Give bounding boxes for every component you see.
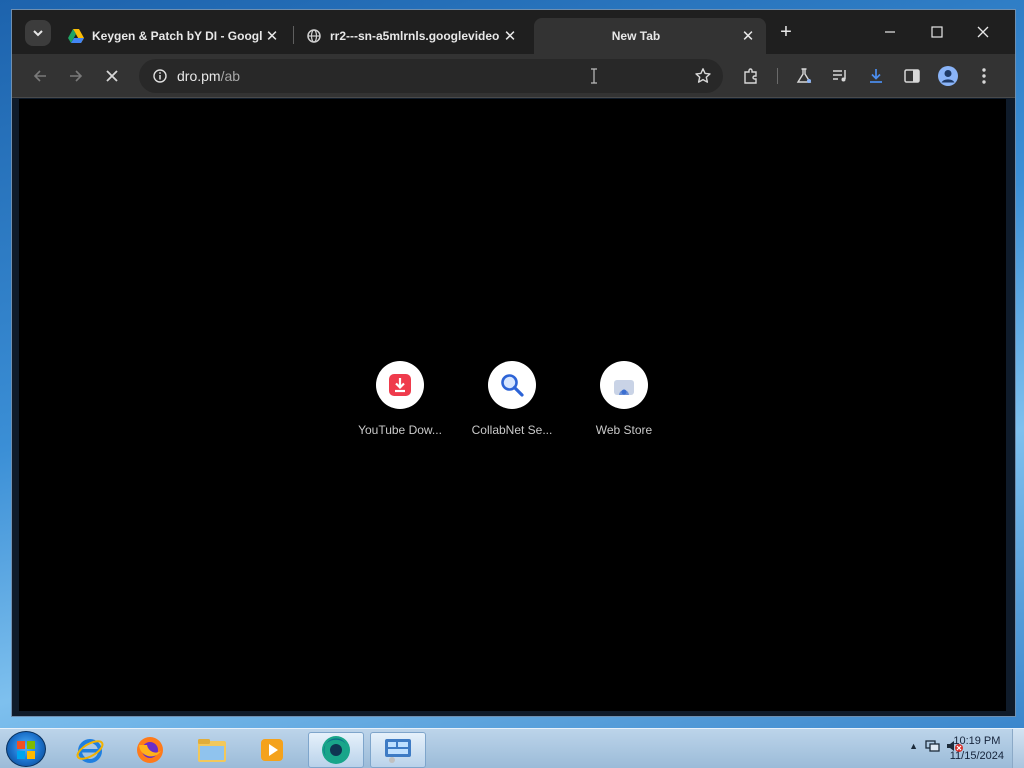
close-icon[interactable]: ✕ [262,26,282,46]
shortcut-youtube-downloader[interactable]: YouTube Dow... [350,361,450,437]
profile-button[interactable] [934,62,962,90]
forward-button[interactable] [62,62,90,90]
network-icon[interactable] [924,739,940,753]
download-red-icon [389,374,411,396]
shortcut-label: Web Store [595,423,653,437]
shortcut-icon-circle [376,361,424,409]
media-player-icon [261,739,283,761]
labs-flask-icon [796,68,812,83]
tab-title: Keygen & Patch bY DI - Google [92,29,262,43]
chevron-down-icon [33,30,43,37]
shortcut-icon-circle [600,361,648,409]
downloads-button[interactable] [862,62,890,90]
tab-new-tab[interactable]: New Tab ✕ [534,18,766,54]
windows-taskbar: ▲ 10:19 PM 11/15/2024 [0,728,1024,768]
close-icon [977,26,989,38]
site-info-icon[interactable] [145,69,175,83]
forward-arrow-icon [70,70,83,82]
google-drive-icon [68,28,84,44]
profile-avatar-icon [938,66,958,86]
taskbar-clock[interactable]: 10:19 PM 11/15/2024 [950,734,1004,764]
maximize-button[interactable] [914,18,960,46]
firefox-icon [137,737,163,763]
new-tab-button[interactable]: + [775,21,797,43]
close-window-button[interactable] [960,18,1006,46]
close-icon[interactable]: ✕ [500,26,520,46]
more-menu-icon [982,68,986,84]
show-hidden-icons-icon[interactable]: ▲ [909,741,918,751]
taskbar-browser-active[interactable] [308,732,364,768]
shortcut-label: CollabNet Se... [471,423,553,437]
side-panel-button[interactable] [898,62,926,90]
magnifier-icon [501,374,524,397]
url-path: /ab [220,68,241,84]
shortcut-collabnet[interactable]: CollabNet Se... [462,361,562,437]
windows-logo-icon [17,741,35,759]
extensions-icon [744,68,757,84]
tab-googlevideo[interactable]: rr2---sn-a5mlrnls.googlevideo ✕ [296,18,528,54]
tab-keygen[interactable]: Keygen & Patch bY DI - Google ✕ [58,18,290,54]
url-text[interactable]: dro.pm/ab [177,68,240,84]
taskbar-control-panel[interactable] [370,732,426,768]
tab-search-button[interactable] [25,20,51,46]
new-tab-page: YouTube Dow... CollabNet Se... Web Store [19,99,1006,711]
browser-active-icon [322,736,350,764]
taskbar-file-explorer[interactable] [184,732,240,768]
tab-strip: Keygen & Patch bY DI - Google ✕ rr2---sn… [12,10,1015,54]
stop-loading-button[interactable] [98,62,126,90]
browser-toolbar: dro.pm/ab [12,54,1015,98]
start-button[interactable] [6,731,46,767]
taskbar-media-player[interactable] [244,732,300,768]
clock-time: 10:19 PM [953,735,1001,747]
show-desktop-button[interactable] [1012,729,1024,768]
extensions-button[interactable] [737,62,765,90]
file-explorer-icon [198,739,226,762]
web-store-icon [614,380,634,395]
download-icon [870,69,882,83]
url-domain: dro.pm [177,68,221,84]
back-button[interactable] [26,62,54,90]
shortcut-icon-circle [488,361,536,409]
tab-separator [293,26,294,44]
control-panel-icon [385,739,411,763]
taskbar-internet-explorer[interactable] [62,732,118,768]
toolbar-separator [777,68,778,84]
address-bar[interactable]: dro.pm/ab [139,59,723,93]
media-control-button[interactable] [826,62,854,90]
media-control-icon [833,70,846,82]
tab-title: New Tab [611,29,661,43]
tab-title: rr2---sn-a5mlrnls.googlevideo [330,29,500,43]
stop-loading-icon [106,70,118,82]
bookmark-star-icon[interactable] [693,66,713,86]
minimize-button[interactable] [867,18,913,46]
globe-icon [306,28,322,44]
taskbar-firefox[interactable] [122,732,178,768]
side-panel-icon [904,69,920,83]
clock-date: 11/15/2024 [949,750,1004,762]
maximize-icon [931,26,943,38]
shortcut-web-store[interactable]: Web Store [574,361,674,437]
more-menu-button[interactable] [970,62,998,90]
labs-button[interactable] [790,62,818,90]
back-arrow-icon [33,70,46,82]
internet-explorer-icon [76,739,104,763]
close-icon[interactable]: ✕ [738,26,758,46]
minimize-icon [885,31,895,33]
browser-window: Keygen & Patch bY DI - Google ✕ rr2---sn… [11,9,1016,717]
shortcut-label: YouTube Dow... [358,423,442,437]
text-cursor-icon [590,68,598,84]
